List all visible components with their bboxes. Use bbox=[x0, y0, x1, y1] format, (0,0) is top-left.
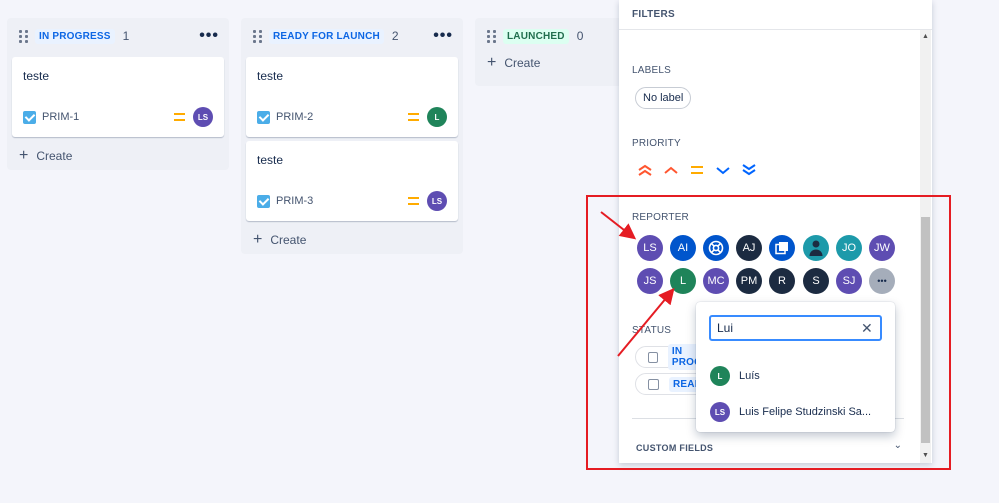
assignee-avatar[interactable]: LS bbox=[193, 107, 213, 127]
plus-icon: + bbox=[487, 54, 497, 71]
label-chip-no-label[interactable]: No label bbox=[635, 87, 692, 109]
issue-card-prim-1[interactable]: teste PRIM-1 LS bbox=[12, 57, 224, 137]
task-icon bbox=[257, 110, 270, 124]
annotation-highlight-box bbox=[586, 195, 951, 470]
card-title: teste bbox=[257, 153, 284, 167]
task-icon bbox=[257, 194, 270, 208]
priority-title: PRIORITY bbox=[632, 138, 681, 149]
issue-card-prim-2[interactable]: teste PRIM-2 L bbox=[246, 57, 458, 137]
issue-count: 0 bbox=[576, 29, 584, 43]
column-header[interactable]: IN PROGRESS 1 ••• bbox=[7, 18, 229, 54]
plus-icon: + bbox=[253, 231, 263, 248]
create-button[interactable]: + Create bbox=[7, 141, 229, 171]
column-ready-for-launch: READY FOR LAUNCH 2 ••• teste PRIM-2 L te… bbox=[241, 18, 463, 254]
create-button[interactable]: + Create bbox=[241, 225, 463, 255]
issue-count: 1 bbox=[122, 29, 130, 43]
priority-medium-icon bbox=[408, 113, 419, 121]
issue-count: 2 bbox=[391, 29, 399, 43]
drag-handle-icon[interactable] bbox=[487, 30, 497, 43]
status-lozenge: READY FOR LAUNCH bbox=[269, 28, 384, 44]
task-icon bbox=[23, 110, 36, 124]
plus-icon: + bbox=[19, 147, 29, 164]
issue-key: PRIM-1 bbox=[42, 111, 80, 123]
status-lozenge: IN PROGRESS bbox=[35, 28, 115, 44]
priority-lowest-icon[interactable] bbox=[741, 162, 757, 178]
card-title: teste bbox=[257, 69, 284, 83]
labels-title: LABELS bbox=[632, 65, 672, 76]
drag-handle-icon[interactable] bbox=[19, 30, 29, 43]
priority-medium-icon bbox=[408, 197, 419, 205]
card-title: teste bbox=[23, 69, 50, 83]
scroll-up-icon[interactable]: ▲ bbox=[921, 33, 930, 40]
priority-highest-icon[interactable] bbox=[637, 162, 653, 178]
drag-handle-icon[interactable] bbox=[253, 30, 263, 43]
more-icon[interactable]: ••• bbox=[199, 27, 219, 45]
filters-header: FILTERS bbox=[619, 0, 932, 30]
assignee-avatar[interactable]: L bbox=[427, 107, 447, 127]
more-icon[interactable]: ••• bbox=[433, 27, 453, 45]
priority-medium-icon[interactable] bbox=[689, 162, 705, 178]
priority-high-icon[interactable] bbox=[663, 162, 679, 178]
issue-card-prim-3[interactable]: teste PRIM-3 LS bbox=[246, 141, 458, 221]
priority-medium-icon bbox=[174, 113, 185, 121]
priority-options bbox=[637, 162, 757, 178]
column-header[interactable]: READY FOR LAUNCH 2 ••• bbox=[241, 18, 463, 54]
column-in-progress: IN PROGRESS 1 ••• teste PRIM-1 LS + Crea… bbox=[7, 18, 229, 170]
issue-key: PRIM-2 bbox=[276, 111, 314, 123]
issue-key: PRIM-3 bbox=[276, 195, 314, 207]
priority-low-icon[interactable] bbox=[715, 162, 731, 178]
status-lozenge: LAUNCHED bbox=[503, 28, 569, 44]
assignee-avatar[interactable]: LS bbox=[427, 191, 447, 211]
